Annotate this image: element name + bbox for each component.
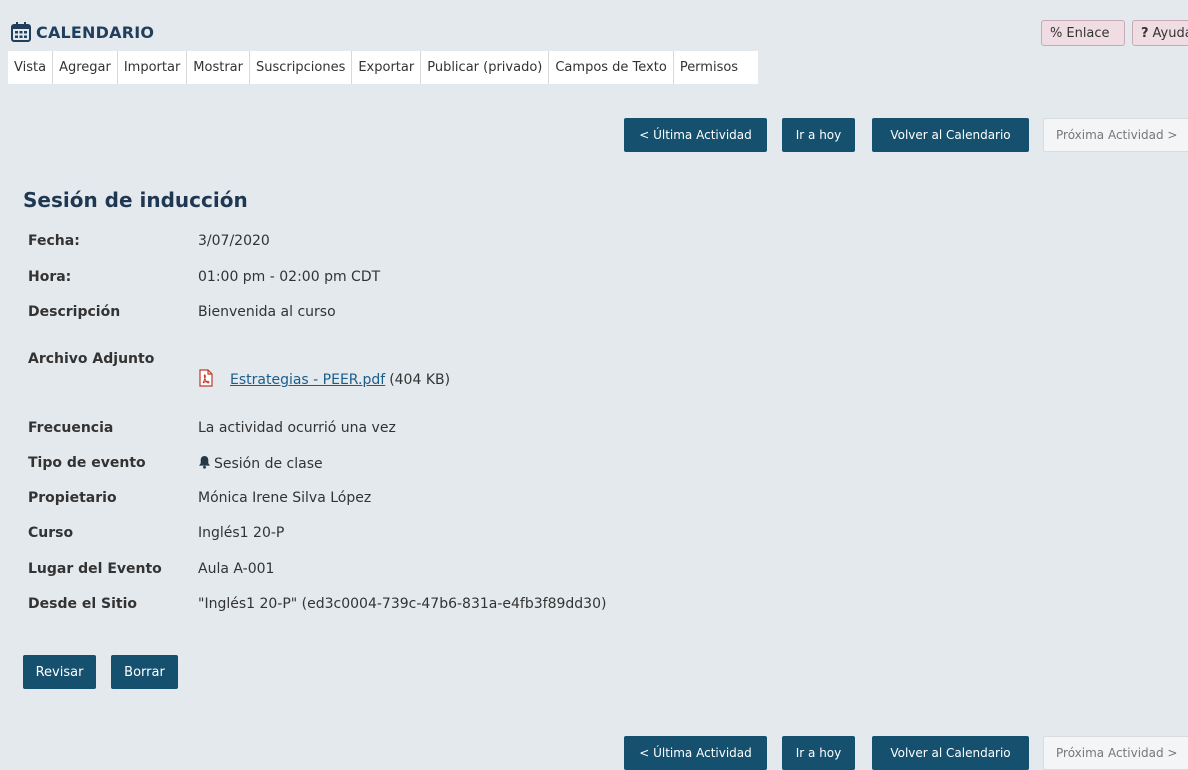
page-title: CALENDARIO: [10, 18, 154, 46]
field-label-fecha: Fecha:: [28, 233, 80, 249]
attachment: Estrategias - PEER.pdf (404 KB): [198, 369, 450, 391]
edit-button[interactable]: Revisar: [23, 655, 96, 689]
previous-activity-button[interactable]: < Última Actividad: [624, 736, 767, 770]
tool-tabs: Vista Agregar Importar Mostrar Suscripci…: [8, 51, 759, 84]
attachment-size: (404 KB): [389, 372, 451, 388]
header: CALENDARIO % Enlace ? Ayuda: [0, 0, 1188, 50]
back-to-calendar-button[interactable]: Volver al Calendario: [872, 736, 1029, 770]
field-value-sitio: "Inglés1 20-P" (ed3c0004-739c-47b6-831a-…: [198, 596, 607, 612]
help-button-label: Ayuda: [1152, 25, 1188, 41]
field-value-descripcion: Bienvenida al curso: [198, 304, 336, 320]
bell-icon: [198, 455, 211, 473]
tab-vista[interactable]: Vista: [8, 51, 54, 84]
field-label-descripcion: Descripción: [28, 304, 121, 320]
tab-importar[interactable]: Importar: [118, 51, 188, 84]
tab-publicar[interactable]: Publicar (privado): [421, 51, 550, 84]
tab-suscripciones[interactable]: Suscripciones: [250, 51, 353, 84]
field-value-lugar: Aula A-001: [198, 561, 275, 577]
page-title-text: CALENDARIO: [36, 22, 155, 42]
field-label-sitio: Desde el Sitio: [28, 596, 137, 612]
attachment-link[interactable]: Estrategias - PEER.pdf: [230, 372, 385, 388]
field-label-tipo: Tipo de evento: [28, 455, 146, 471]
link-button[interactable]: % Enlace: [1041, 20, 1125, 46]
field-label-curso: Curso: [28, 525, 74, 541]
field-label-frecuencia: Frecuencia: [28, 420, 114, 436]
go-today-button[interactable]: Ir a hoy: [782, 118, 855, 152]
back-to-calendar-button[interactable]: Volver al Calendario: [872, 118, 1029, 152]
link-icon: %: [1050, 25, 1063, 41]
field-label-propietario: Propietario: [28, 490, 117, 506]
field-label-hora: Hora:: [28, 269, 72, 285]
calendar-icon: [10, 21, 32, 43]
question-icon: ?: [1141, 25, 1149, 41]
tab-permisos[interactable]: Permisos: [674, 51, 758, 84]
event-nav-bottom: < Última Actividad Ir a hoy Volver al Ca…: [0, 736, 1188, 770]
field-value-tipo: Sesión de clase: [198, 455, 323, 473]
pdf-icon: [198, 369, 214, 391]
field-label-archivo: Archivo Adjunto: [28, 351, 155, 367]
tab-exportar[interactable]: Exportar: [352, 51, 422, 84]
field-label-lugar: Lugar del Evento: [28, 561, 162, 577]
field-value-frecuencia: La actividad ocurrió una vez: [198, 420, 396, 436]
next-activity-button[interactable]: Próxima Actividad >: [1043, 118, 1188, 152]
go-today-button[interactable]: Ir a hoy: [782, 736, 855, 770]
event-type-text: Sesión de clase: [214, 456, 323, 472]
next-activity-button[interactable]: Próxima Actividad >: [1043, 736, 1188, 770]
tab-mostrar[interactable]: Mostrar: [187, 51, 250, 84]
field-value-curso: Inglés1 20-P: [198, 525, 285, 541]
field-value-fecha: 3/07/2020: [198, 233, 270, 249]
help-button[interactable]: ? Ayuda: [1132, 20, 1188, 46]
tab-campos-de-texto[interactable]: Campos de Texto: [549, 51, 674, 84]
previous-activity-button[interactable]: < Última Actividad: [624, 118, 767, 152]
link-button-label: Enlace: [1066, 25, 1110, 41]
field-value-propietario: Mónica Irene Silva López: [198, 490, 372, 506]
event-title: Sesión de inducción: [23, 188, 248, 212]
delete-button[interactable]: Borrar: [111, 655, 178, 689]
tab-agregar[interactable]: Agregar: [53, 51, 118, 84]
field-value-hora: 01:00 pm - 02:00 pm CDT: [198, 269, 381, 285]
event-nav-top: < Última Actividad Ir a hoy Volver al Ca…: [0, 118, 1188, 152]
